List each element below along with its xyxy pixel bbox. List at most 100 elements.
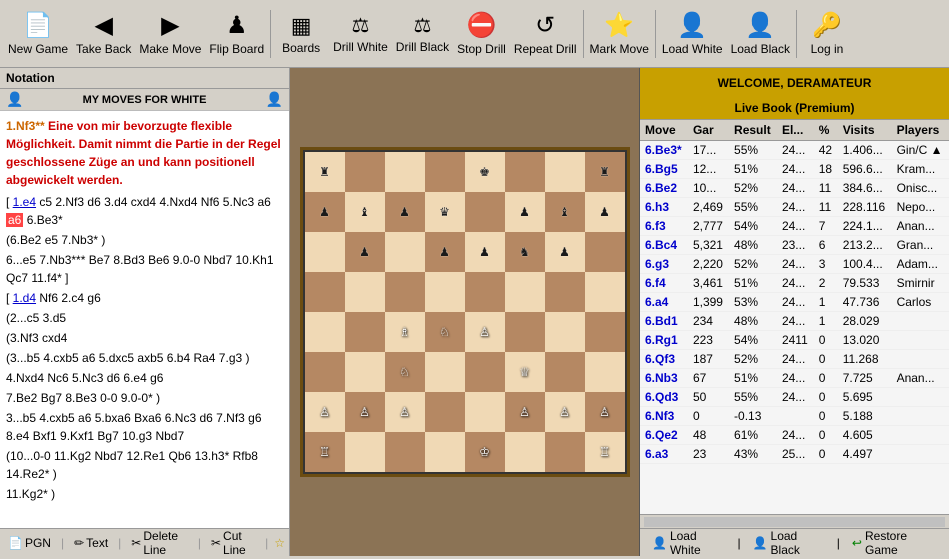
cell-0-4[interactable]: ♚ (465, 152, 505, 192)
horizontal-scrollbar[interactable] (644, 517, 945, 527)
new-game-button[interactable]: 📄 New Game (4, 9, 72, 58)
cell-7-3[interactable] (425, 432, 465, 472)
table-cell-3-0[interactable]: 6.h3 (640, 198, 688, 217)
cell-6-5[interactable]: ♙ (505, 392, 545, 432)
cell-7-4[interactable]: ♔ (465, 432, 505, 472)
cell-5-1[interactable] (345, 352, 385, 392)
table-row[interactable]: 6.Qd35055%24...05.695 (640, 388, 949, 407)
cell-5-6[interactable] (545, 352, 585, 392)
drill-black-button[interactable]: ⚖ Drill Black (392, 11, 453, 56)
right-load-white-button[interactable]: 👤 Load White (648, 527, 729, 559)
mark-move-button[interactable]: ⭐ Mark Move (586, 9, 653, 58)
cell-1-6[interactable]: ♝ (545, 192, 585, 232)
cell-2-6[interactable]: ♟ (545, 232, 585, 272)
cell-3-2[interactable] (385, 272, 425, 312)
cut-line-button[interactable]: ✂ Cut Line (207, 527, 259, 559)
flip-board-button[interactable]: ♟ Flip Board (205, 9, 268, 58)
table-row[interactable]: 6.g32,22052%24...3100.4...Adam... (640, 255, 949, 274)
cell-2-3[interactable]: ♟ (425, 232, 465, 272)
cell-6-6[interactable]: ♙ (545, 392, 585, 432)
cell-6-7[interactable]: ♙ (585, 392, 625, 432)
load-black-button[interactable]: 👤 Load Black (727, 9, 794, 58)
cell-3-1[interactable] (345, 272, 385, 312)
table-cell-5-0[interactable]: 6.Bc4 (640, 236, 688, 255)
pgn-button[interactable]: 📄 PGN (4, 534, 55, 552)
cell-0-3[interactable] (425, 152, 465, 192)
cell-1-3[interactable]: ♛ (425, 192, 465, 232)
log-in-button[interactable]: 🔑 Log in (799, 9, 855, 58)
table-cell-12-0[interactable]: 6.Nb3 (640, 369, 688, 388)
table-row[interactable]: 6.h32,46955%24...11228.116Nepo... (640, 198, 949, 217)
cell-2-4[interactable]: ♟ (465, 232, 505, 272)
chess-board[interactable]: ♜♚♜♟♝♟♛♟♝♟♟♟♟♞♟♗♘♙♘♕♙♙♙♙♙♙♖♔♖ (303, 150, 627, 474)
cell-1-0[interactable]: ♟ (305, 192, 345, 232)
table-cell-1-0[interactable]: 6.Bg5 (640, 160, 688, 179)
cell-3-3[interactable] (425, 272, 465, 312)
table-row[interactable]: 6.Nb36751%24...07.725Anan... (640, 369, 949, 388)
table-cell-7-0[interactable]: 6.f4 (640, 274, 688, 293)
table-cell-2-0[interactable]: 6.Be2 (640, 179, 688, 198)
cell-4-5[interactable] (505, 312, 545, 352)
cell-2-2[interactable] (385, 232, 425, 272)
cell-7-7[interactable]: ♖ (585, 432, 625, 472)
cell-5-7[interactable] (585, 352, 625, 392)
table-cell-6-0[interactable]: 6.g3 (640, 255, 688, 274)
cell-6-2[interactable]: ♙ (385, 392, 425, 432)
table-cell-15-0[interactable]: 6.Qe2 (640, 426, 688, 445)
cell-4-2[interactable]: ♗ (385, 312, 425, 352)
cell-5-0[interactable] (305, 352, 345, 392)
load-white-button[interactable]: 👤 Load White (658, 9, 727, 58)
cell-6-0[interactable]: ♙ (305, 392, 345, 432)
cell-7-0[interactable]: ♖ (305, 432, 345, 472)
stop-drill-button[interactable]: ⛔ Stop Drill (453, 9, 510, 58)
boards-button[interactable]: ▦ Boards (273, 11, 329, 57)
cell-4-6[interactable] (545, 312, 585, 352)
table-row[interactable]: 6.Be210...52%24...11384.6...Onisc... (640, 179, 949, 198)
cell-6-3[interactable] (425, 392, 465, 432)
cell-7-5[interactable] (505, 432, 545, 472)
cell-6-4[interactable] (465, 392, 505, 432)
cell-1-2[interactable]: ♟ (385, 192, 425, 232)
drill-white-button[interactable]: ⚖ Drill White (329, 11, 392, 56)
take-back-button[interactable]: ◀ Take Back (72, 9, 135, 58)
cell-4-4[interactable]: ♙ (465, 312, 505, 352)
star-button[interactable]: ☆ (274, 536, 285, 550)
repeat-drill-button[interactable]: ↺ Repeat Drill (510, 9, 581, 58)
cell-6-1[interactable]: ♙ (345, 392, 385, 432)
cell-5-5[interactable]: ♕ (505, 352, 545, 392)
right-load-black-button[interactable]: 👤 Load Black (749, 527, 829, 559)
cell-3-5[interactable] (505, 272, 545, 312)
cell-3-4[interactable] (465, 272, 505, 312)
make-move-button[interactable]: ▶ Make Move (135, 9, 205, 58)
notation-content[interactable]: 1.Nf3** Eine von mir bevorzugte flexible… (0, 111, 289, 528)
table-cell-13-0[interactable]: 6.Qd3 (640, 388, 688, 407)
cell-3-0[interactable] (305, 272, 345, 312)
cell-5-3[interactable] (425, 352, 465, 392)
cell-1-4[interactable] (465, 192, 505, 232)
table-row[interactable]: 6.f43,46151%24...279.533Smirnir (640, 274, 949, 293)
cell-4-1[interactable] (345, 312, 385, 352)
table-cell-11-0[interactable]: 6.Qf3 (640, 350, 688, 369)
table-cell-9-0[interactable]: 6.Bd1 (640, 312, 688, 331)
table-row[interactable]: 6.Nf30-0.1305.188 (640, 407, 949, 426)
table-row[interactable]: 6.a32343%25...04.497 (640, 445, 949, 464)
cell-5-2[interactable]: ♘ (385, 352, 425, 392)
table-row[interactable]: 6.a41,39953%24...147.736Carlos (640, 293, 949, 312)
table-row[interactable]: 6.Qf318752%24...011.268 (640, 350, 949, 369)
cell-0-6[interactable] (545, 152, 585, 192)
cell-2-1[interactable]: ♟ (345, 232, 385, 272)
cell-0-2[interactable] (385, 152, 425, 192)
table-cell-10-0[interactable]: 6.Rg1 (640, 331, 688, 350)
cell-5-4[interactable] (465, 352, 505, 392)
restore-game-button[interactable]: ↩ Restore Game (848, 527, 941, 559)
cell-2-7[interactable] (585, 232, 625, 272)
cell-0-7[interactable]: ♜ (585, 152, 625, 192)
cell-3-7[interactable] (585, 272, 625, 312)
table-row[interactable]: 6.Bg512...51%24...18596.6...Kram... (640, 160, 949, 179)
cell-3-6[interactable] (545, 272, 585, 312)
cell-1-5[interactable]: ♟ (505, 192, 545, 232)
table-row[interactable]: 6.Be3*17...55%24...421.406...Gin/C ▲ (640, 141, 949, 160)
cell-7-1[interactable] (345, 432, 385, 472)
cell-0-0[interactable]: ♜ (305, 152, 345, 192)
text-button[interactable]: ✏ Text (70, 534, 112, 552)
